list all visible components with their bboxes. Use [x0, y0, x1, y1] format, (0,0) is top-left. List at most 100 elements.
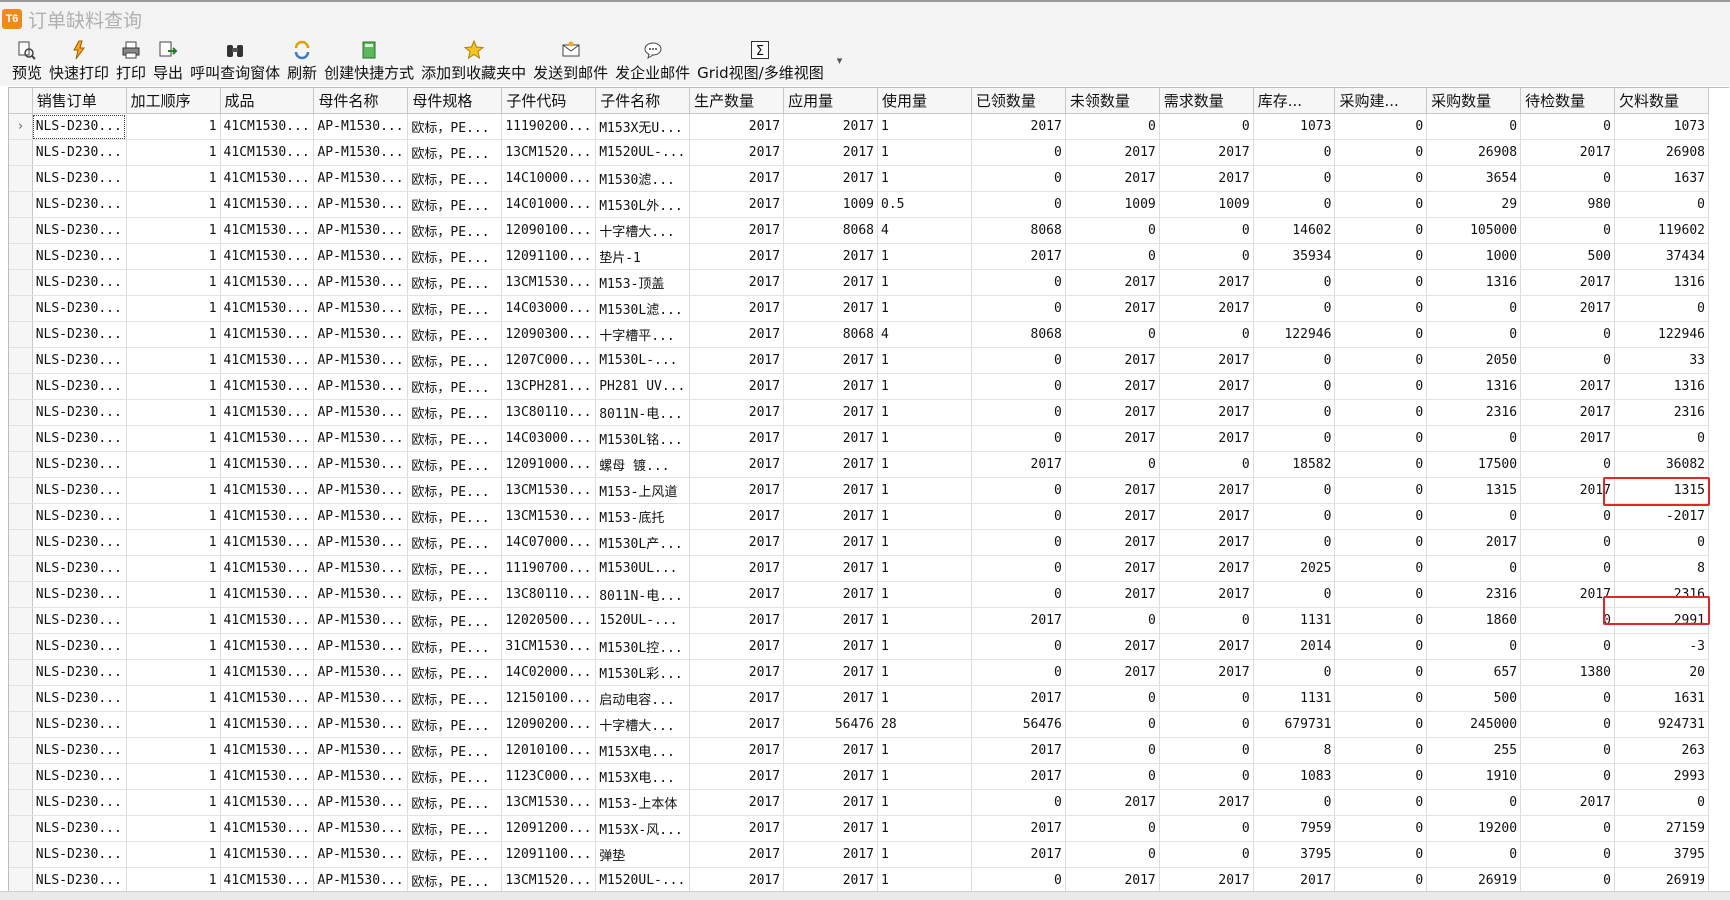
table-cell[interactable]: AP-M1530... [313, 373, 409, 400]
table-cell[interactable]: 0 [1065, 217, 1160, 244]
column-header[interactable]: 母件规格 [407, 88, 503, 114]
table-cell[interactable]: 2017 [1159, 529, 1254, 556]
table-cell[interactable]: 14C03000... [501, 425, 597, 452]
table-cell[interactable]: 1 [877, 477, 972, 504]
table-cell[interactable]: 41CM1530... [220, 373, 315, 400]
table-cell[interactable]: AP-M1530... [313, 737, 409, 764]
table-cell[interactable]: 2017 [783, 607, 878, 634]
table-cell[interactable]: 2017 [1520, 789, 1615, 816]
table-cell[interactable]: 欧标，PE... [407, 139, 503, 166]
table-cell[interactable]: 2017 [783, 373, 878, 400]
table-row[interactable]: NLS-D230... 1 41CM1530... AP-M1530... 欧标，PE.… [9, 347, 1709, 374]
table-cell[interactable]: 0 [971, 867, 1066, 892]
table-cell[interactable]: 4 [877, 217, 972, 244]
table-cell[interactable]: 2017 [1065, 477, 1160, 504]
table-cell[interactable]: 13CM1520... [501, 139, 597, 166]
table-row[interactable]: NLS-D230... 1 41CM1530... AP-M1530... 欧标，PE.… [9, 815, 1709, 842]
table-cell[interactable]: 12091100... [501, 841, 597, 868]
table-cell[interactable]: 0 [1520, 841, 1615, 868]
table-cell[interactable]: 2017 [971, 113, 1066, 140]
table-cell[interactable]: 2017 [783, 165, 878, 192]
table-cell[interactable]: 0 [971, 659, 1066, 686]
table-cell[interactable]: 41CM1530... [220, 581, 315, 608]
table-cell[interactable]: 0 [1253, 399, 1336, 426]
table-cell[interactable]: AP-M1530... [313, 529, 409, 556]
toolbar-button-chat[interactable]: 发企业邮件 [615, 36, 690, 86]
table-cell[interactable]: NLS-D230... [32, 633, 127, 660]
table-cell[interactable]: 启动电容... [595, 685, 691, 712]
table-cell[interactable]: 1 [126, 867, 221, 892]
table-cell[interactable]: 欧标，PE... [407, 269, 503, 296]
table-cell[interactable]: 13CM1520... [501, 867, 597, 892]
table-cell[interactable]: 2017 [1065, 581, 1160, 608]
table-cell[interactable]: 41CM1530... [220, 139, 315, 166]
table-cell[interactable]: 0 [1334, 425, 1428, 452]
table-cell[interactable]: 2017 [1159, 165, 1254, 192]
table-cell[interactable]: 2017 [1065, 373, 1160, 400]
table-row[interactable]: NLS-D230... 1 41CM1530... AP-M1530... 欧标，PE.… [9, 451, 1709, 478]
table-cell[interactable]: 0 [1253, 659, 1336, 686]
table-row[interactable]: NLS-D230... 1 41CM1530... AP-M1530... 欧标，PE.… [9, 841, 1709, 868]
table-cell[interactable]: 2025 [1253, 555, 1336, 582]
table-cell[interactable]: 1 [126, 815, 221, 842]
table-cell[interactable]: PH281 UV... [595, 373, 691, 400]
table-cell[interactable]: 41CM1530... [220, 737, 315, 764]
table-cell[interactable]: NLS-D230... [32, 191, 127, 218]
table-cell[interactable]: 欧标，PE... [407, 607, 503, 634]
table-cell[interactable]: NLS-D230... [32, 789, 127, 816]
row-indicator[interactable] [9, 191, 33, 218]
table-cell[interactable]: 41CM1530... [220, 607, 315, 634]
table-cell[interactable]: 欧标，PE... [407, 113, 503, 140]
table-cell[interactable]: 0 [1253, 425, 1336, 452]
table-cell[interactable]: 2017 [971, 685, 1066, 712]
table-cell[interactable]: 0 [1253, 139, 1336, 166]
table-cell[interactable]: AP-M1530... [313, 139, 409, 166]
toolbar-button-shortcut[interactable]: 创建快捷方式 [324, 36, 414, 86]
table-cell[interactable]: NLS-D230... [32, 373, 127, 400]
table-cell[interactable]: 2017 [1065, 425, 1160, 452]
table-cell[interactable]: AP-M1530... [313, 763, 409, 790]
table-cell[interactable]: 0 [1334, 451, 1428, 478]
table-cell[interactable]: 1 [126, 555, 221, 582]
table-cell[interactable]: 欧标，PE... [407, 243, 503, 270]
table-cell[interactable]: 0 [1334, 399, 1428, 426]
row-indicator[interactable] [9, 555, 33, 582]
table-cell[interactable]: 欧标，PE... [407, 321, 503, 348]
table-cell[interactable]: 0 [1334, 113, 1428, 140]
table-cell[interactable]: 0 [1426, 295, 1522, 322]
table-cell[interactable]: 0 [1334, 243, 1428, 270]
table-cell[interactable]: 1380 [1520, 659, 1615, 686]
table-cell[interactable]: 2993 [1614, 763, 1709, 790]
table-cell[interactable]: 2017 [689, 321, 785, 348]
toolbar-button-export[interactable]: 导出 [153, 36, 183, 86]
table-cell[interactable]: 0 [1334, 659, 1428, 686]
table-cell[interactable]: AP-M1530... [313, 347, 409, 374]
table-cell[interactable]: 1 [126, 581, 221, 608]
row-indicator[interactable] [9, 243, 33, 270]
table-cell[interactable]: 33 [1614, 347, 1709, 374]
table-cell[interactable]: NLS-D230... [32, 425, 127, 452]
table-cell[interactable]: AP-M1530... [313, 503, 409, 530]
table-row[interactable]: NLS-D230... 1 41CM1530... AP-M1530... 欧标，PE.… [9, 659, 1709, 686]
table-cell[interactable]: 欧标，PE... [407, 815, 503, 842]
table-cell[interactable]: 41CM1530... [220, 789, 315, 816]
table-cell[interactable]: M1530L铭... [595, 425, 691, 452]
table-cell[interactable]: 2017 [689, 243, 785, 270]
table-cell[interactable]: 1 [877, 763, 972, 790]
table-row[interactable]: NLS-D230... 1 41CM1530... AP-M1530... 欧标，PE.… [9, 607, 1709, 634]
table-cell[interactable]: NLS-D230... [32, 451, 127, 478]
table-cell[interactable]: 2017 [1065, 269, 1160, 296]
row-indicator[interactable] [9, 867, 33, 892]
table-cell[interactable]: 1 [877, 607, 972, 634]
table-cell[interactable]: 2017 [783, 503, 878, 530]
table-cell[interactable]: 2014 [1253, 633, 1336, 660]
table-cell[interactable]: 14C01000... [501, 191, 597, 218]
table-cell[interactable]: 0 [1426, 321, 1522, 348]
table-cell[interactable]: 2017 [783, 685, 878, 712]
table-row[interactable]: NLS-D230... 1 41CM1530... AP-M1530... 欧标，PE.… [9, 633, 1709, 660]
table-cell[interactable]: 679731 [1253, 711, 1336, 738]
table-cell[interactable]: AP-M1530... [313, 711, 409, 738]
table-cell[interactable]: 1 [126, 503, 221, 530]
table-cell[interactable]: 1 [877, 529, 972, 556]
row-indicator[interactable] [9, 477, 33, 504]
